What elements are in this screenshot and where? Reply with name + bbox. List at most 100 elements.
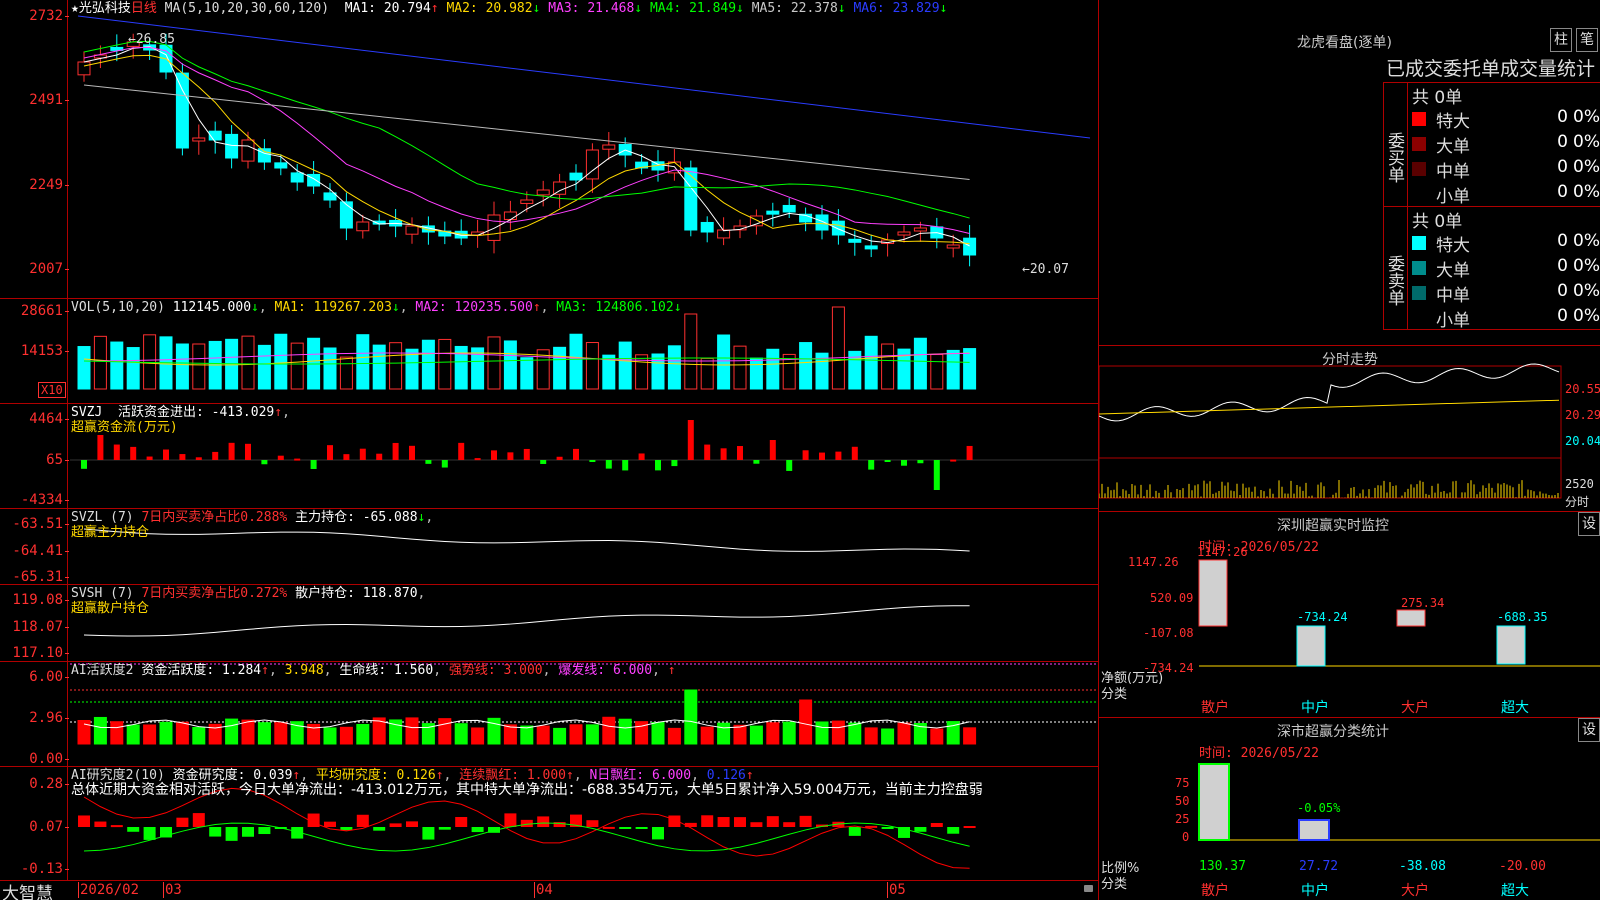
activity-bar [356,723,370,745]
stock-name[interactable]: ★光弘科技 [71,1,131,16]
candle-body [815,214,829,231]
bar-large [1396,609,1426,627]
research-bar [373,827,386,831]
money-flow-bar [409,445,415,460]
monitor-tick: 1147.26 [1128,555,1179,569]
volume-bar [520,357,534,390]
candle-body [864,245,878,250]
bar-mid [1298,819,1330,841]
candle-body [77,61,91,76]
volume-bar [749,357,763,390]
lock-icon[interactable] [1084,885,1093,892]
activity-bar [454,723,468,745]
svzj-panel[interactable]: 4464 65 -4334 SVZJ 活跃资金进出: -413.029↑, 超赢资… [0,404,1098,509]
research-bar [258,827,271,835]
date-label: 03 [163,882,182,898]
volume-bar [93,335,107,390]
stats-value: -38.08 [1399,859,1446,874]
ai-activity-panel[interactable]: 6.00 2.96 0.00 AI活跃度2 资金活跃度: 1.284↑, 3.9… [0,662,1098,767]
research-bar [717,817,730,827]
activity-bar [618,718,632,745]
research-bar [701,815,714,827]
candle-body [848,238,862,243]
candle-body [274,162,288,169]
sell-orders-block: 委卖单 共 0单 特大 0 0% 大单 0 0% 中单 0 0% 小单 0 0% [1383,206,1600,331]
candle-body [536,189,550,196]
ma-value: MA6: 23.829 [845,1,940,16]
bar-xlarge [1496,625,1526,665]
volume-bar [438,338,452,390]
candle-body [831,220,845,236]
money-flow-bar [622,460,629,471]
ma-header: ★光弘科技日线 MA(5,10,20,30,60,120) MA1: 20.79… [71,1,948,16]
ai-research-panel[interactable]: 0.28 0.07 -0.13 AI研究度2(10) 资金研究度: 0.039↑… [0,767,1098,880]
sz-realtime-monitor[interactable]: 深圳超赢实时监控 设 时间: 2026/05/22 1147.26 520.09… [1099,512,1600,718]
panel-subtitle: 已成交委托单成交量统计 [1386,58,1596,80]
research-bar [783,822,796,827]
activity-bar [438,718,452,745]
intraday-chart[interactable] [1099,346,1600,512]
money-flow-bar [212,451,219,460]
kline-panel[interactable]: 2732 2491 2249 2007 ★光弘科技日线 MA(5,10,20,3… [0,0,1098,299]
money-flow-bar [359,448,366,460]
volume-bar [372,344,386,390]
candle-body [241,139,255,162]
money-flow-bar [884,460,891,462]
research-bar [242,827,254,837]
sell-side-label: 委卖单 [1384,207,1408,329]
activity-bar [963,727,977,745]
candle-body [569,172,583,181]
svzj-header: SVZJ 活跃资金进出: -413.029↑, 超赢资金流(万元) [71,405,290,435]
color-swatch [1412,236,1426,250]
ma-params: MA(5,10,20,30,60,120) [164,1,330,16]
research-bar [930,823,943,827]
activity-bar [126,724,140,745]
activity-bar [651,722,665,745]
intraday-panel[interactable]: 分时走势 20.55 20.29 20.04 2520 分时 [1099,346,1600,512]
money-flow-bar [277,455,284,460]
stats-tick: 50 [1175,794,1190,808]
volume-panel[interactable]: 28661 14153 X10 VOL(5,10,20) 112145.000↓… [0,299,1098,404]
volume-bar [585,342,599,390]
activity-bar [520,725,534,745]
ma-value: MA2: 20.982 [438,1,533,16]
period-label[interactable]: 日线 [131,1,157,16]
candle-body [192,137,206,142]
low-price-label: ←20.07 [1022,262,1069,277]
research-bar [455,817,468,827]
activity-bar [536,725,550,745]
activity-bar [700,726,714,745]
svzl-panel[interactable]: -63.51 -64.41 -65.31 SVZL (7) 7日内买卖净占比0.… [0,509,1098,585]
date-axis-bar[interactable]: 大智慧 2026/02 03 04 05 [0,880,1098,900]
bar-value: 1147.26 [1197,545,1248,559]
category-label: 散户 [1201,700,1229,716]
volume-bar [290,342,304,390]
money-flow-bar [195,457,202,460]
candle-body [717,229,731,239]
activity-bar [471,727,485,745]
candle-body [225,133,239,159]
sz-category-stats[interactable]: 深市超赢分类统计 设 时间: 2026/05/22 75 50 25 0 比例%… [1099,718,1600,900]
money-flow-bar [327,445,333,460]
activity-bar [749,725,763,745]
brand-label: 大智慧 [2,884,53,900]
research-bar [94,821,107,827]
money-flow-bar [392,442,399,460]
money-flow-bar [868,460,875,470]
research-bar [192,813,205,827]
money-flow-bar [458,442,465,460]
intraday-frame [1099,365,1562,499]
category-label: 超大 [1501,700,1529,716]
volume-bar [274,333,288,390]
candle-body [602,144,616,150]
activity-bar [175,721,189,745]
intraday-tick: 20.04 [1565,434,1600,448]
money-flow-bar [294,458,301,461]
tick-mode-button[interactable]: 笔 [1576,28,1598,52]
volume-bar [717,334,731,390]
svsh-panel[interactable]: 119.08 118.07 117.10 SVSH (7) 7日内买卖净占比0.… [0,585,1098,662]
bar-mode-button[interactable]: 柱 [1550,28,1572,52]
money-flow-bar [540,460,547,464]
candle-body [339,201,353,229]
intraday-tick: 2520 [1565,477,1594,491]
